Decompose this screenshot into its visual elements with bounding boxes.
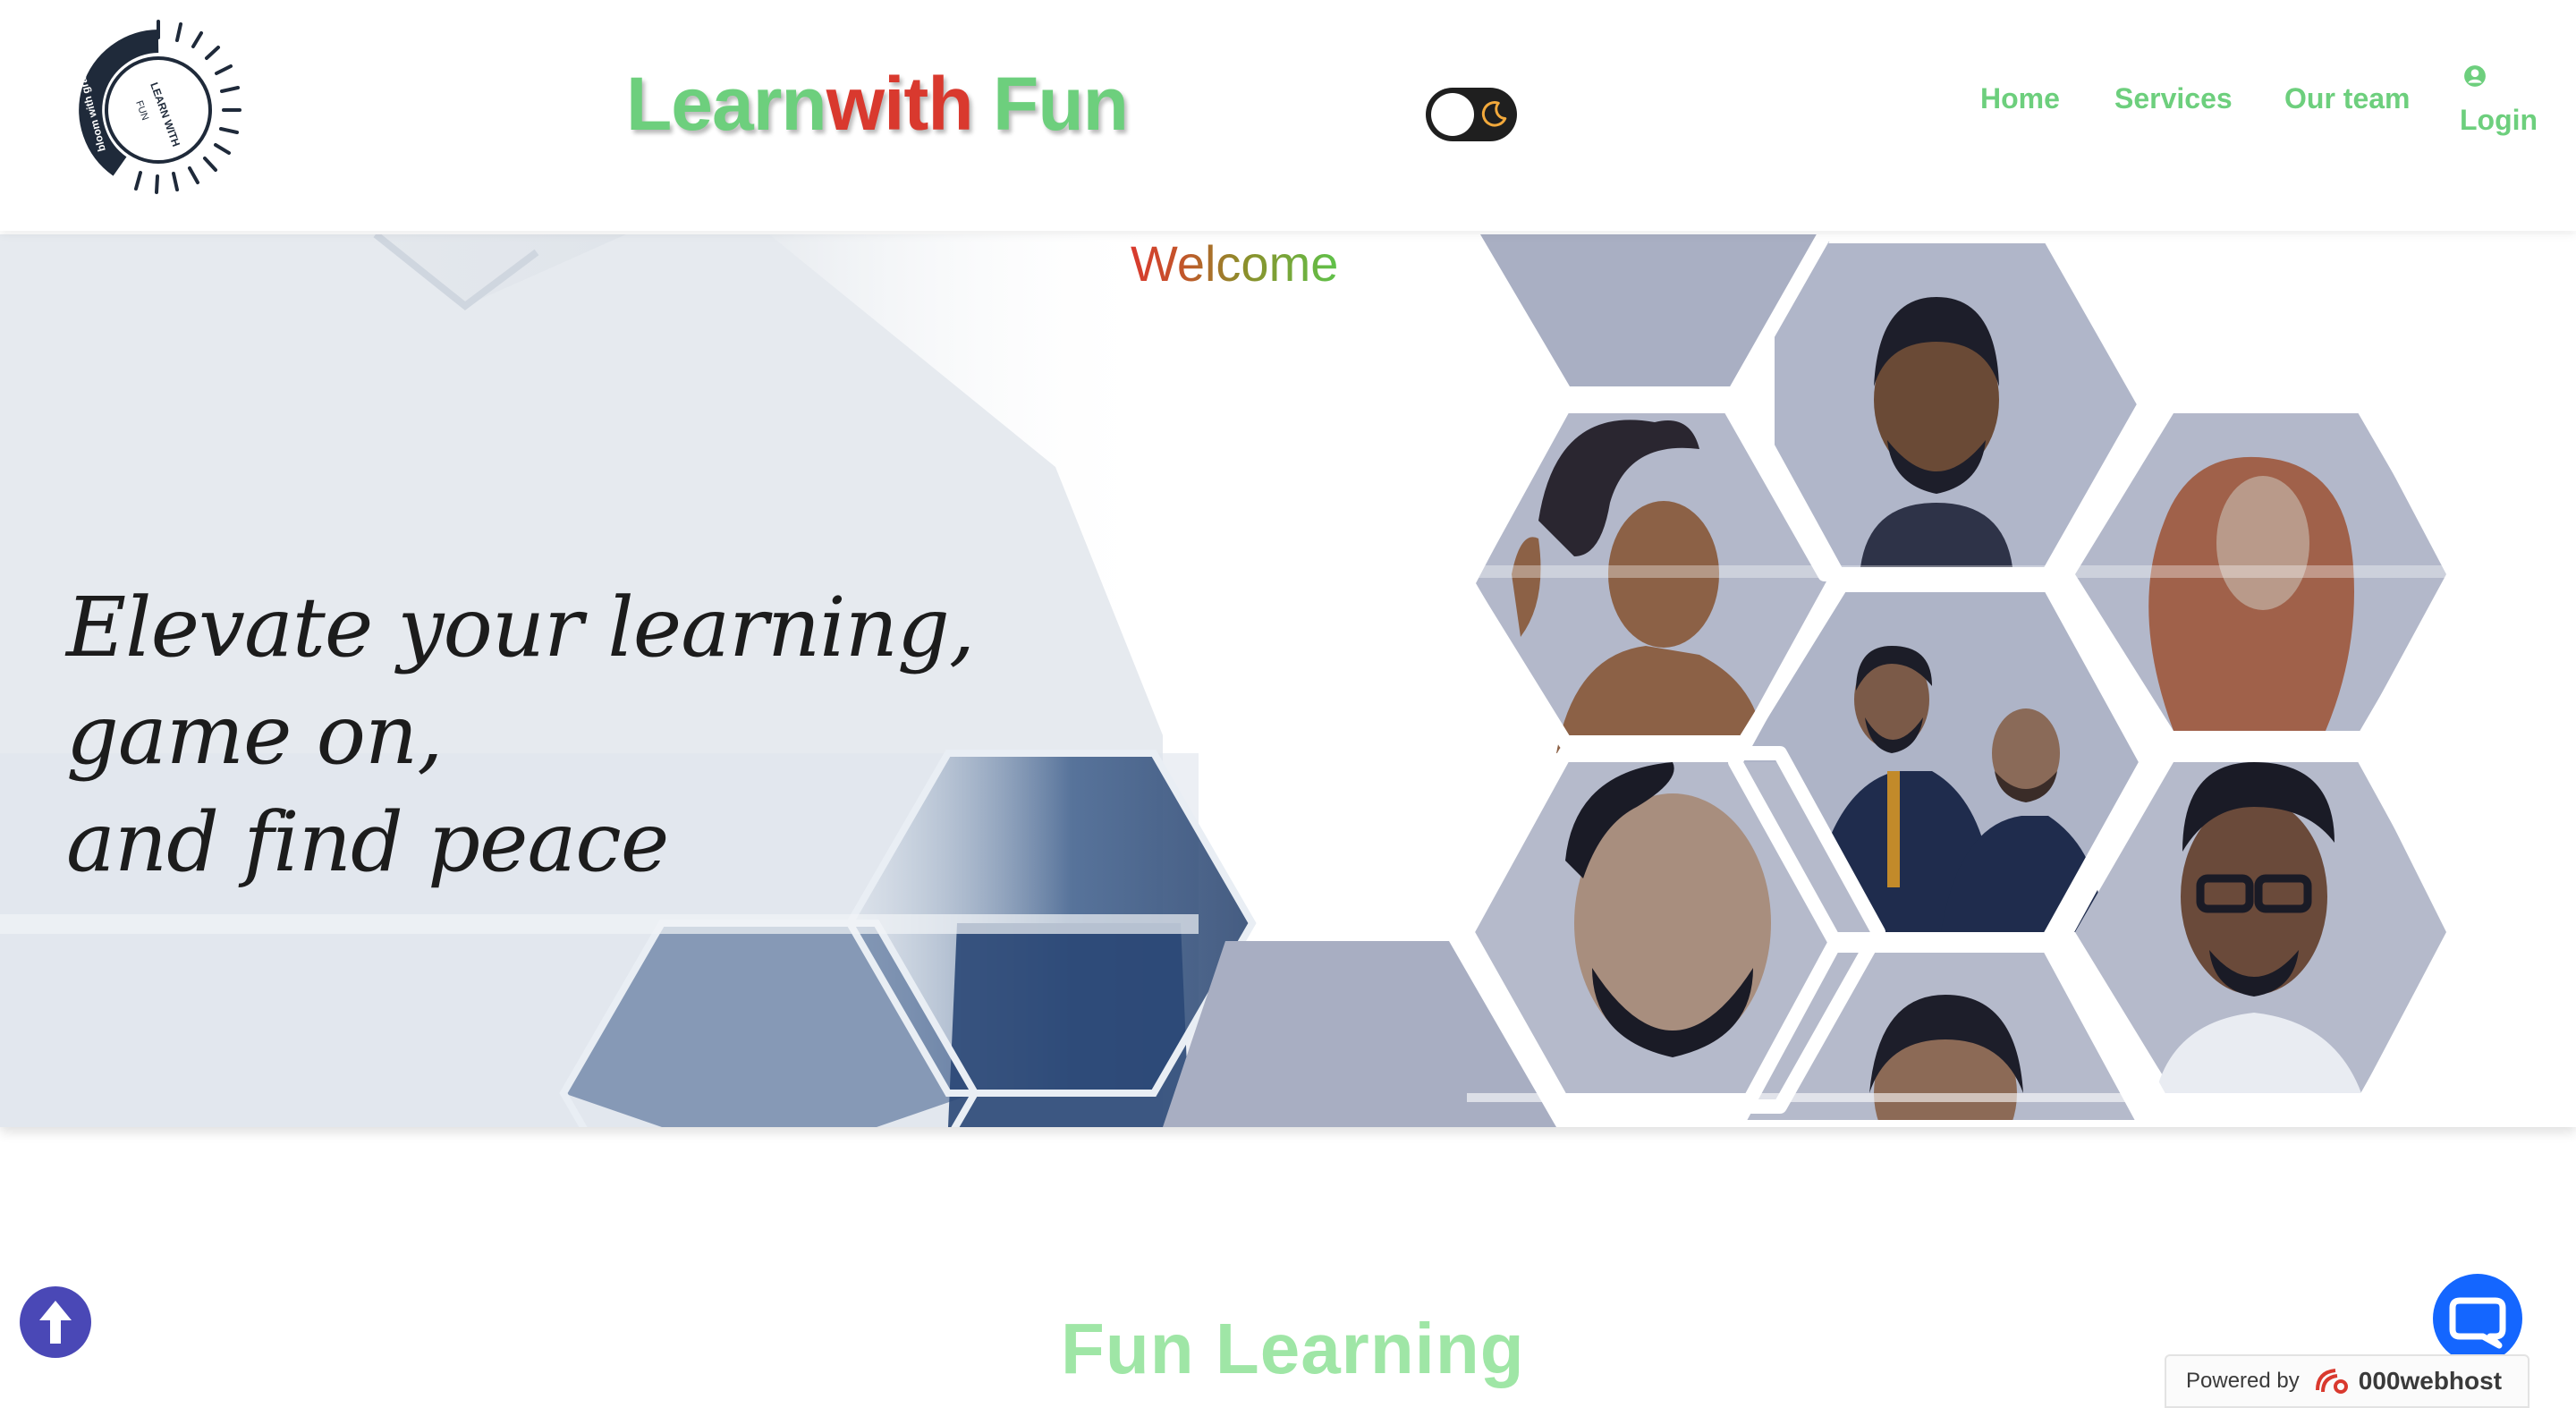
theme-toggle[interactable]	[1426, 88, 1517, 141]
hero-banner: Welcome Elevate your learning, game on, …	[0, 234, 2576, 1127]
moon-icon	[1481, 101, 1507, 127]
nav-home[interactable]: Home	[1980, 82, 2060, 115]
nav-services[interactable]: Services	[2114, 82, 2233, 115]
site-title[interactable]: Learnwith Fun	[626, 61, 1129, 148]
scroll-to-top-button[interactable]	[20, 1286, 91, 1358]
powered-by-brand: 000webhost	[2358, 1367, 2503, 1395]
tagline-line-3: and find peace	[66, 794, 669, 890]
powered-by-label: Powered by	[2186, 1369, 2300, 1393]
powered-by-badge[interactable]: Powered by 000webhost	[2165, 1354, 2529, 1408]
chat-bubble-icon	[2449, 1297, 2506, 1349]
title-fun: Fun	[972, 62, 1129, 146]
site-header: bloom with grace LEARN WITH FUN Learnwit…	[0, 0, 2576, 231]
tagline-line-1: Elevate your learning,	[66, 580, 975, 675]
nav-login[interactable]: Login	[2460, 104, 2538, 137]
user-circle-icon[interactable]	[2463, 64, 2487, 88]
site-logo[interactable]: bloom with grace LEARN WITH FUN	[64, 16, 252, 204]
nav-our-team[interactable]: Our team	[2284, 82, 2410, 115]
welcome-heading: Welcome	[1131, 235, 1339, 292]
page: bloom with grace LEARN WITH FUN Learnwit…	[0, 0, 2576, 1408]
arrow-up-icon	[39, 1301, 72, 1344]
toggle-knob	[1431, 93, 1474, 136]
webhost-logo-icon	[2315, 1369, 2348, 1394]
tagline-line-2: game on,	[66, 687, 444, 783]
title-with: with	[826, 62, 974, 146]
hero-tagline: Elevate your learning, game on, and find…	[66, 574, 975, 896]
chat-button[interactable]	[2433, 1274, 2522, 1363]
title-learn: Learn	[626, 62, 827, 146]
section-title-text: Fun Learning	[1061, 1309, 1525, 1388]
